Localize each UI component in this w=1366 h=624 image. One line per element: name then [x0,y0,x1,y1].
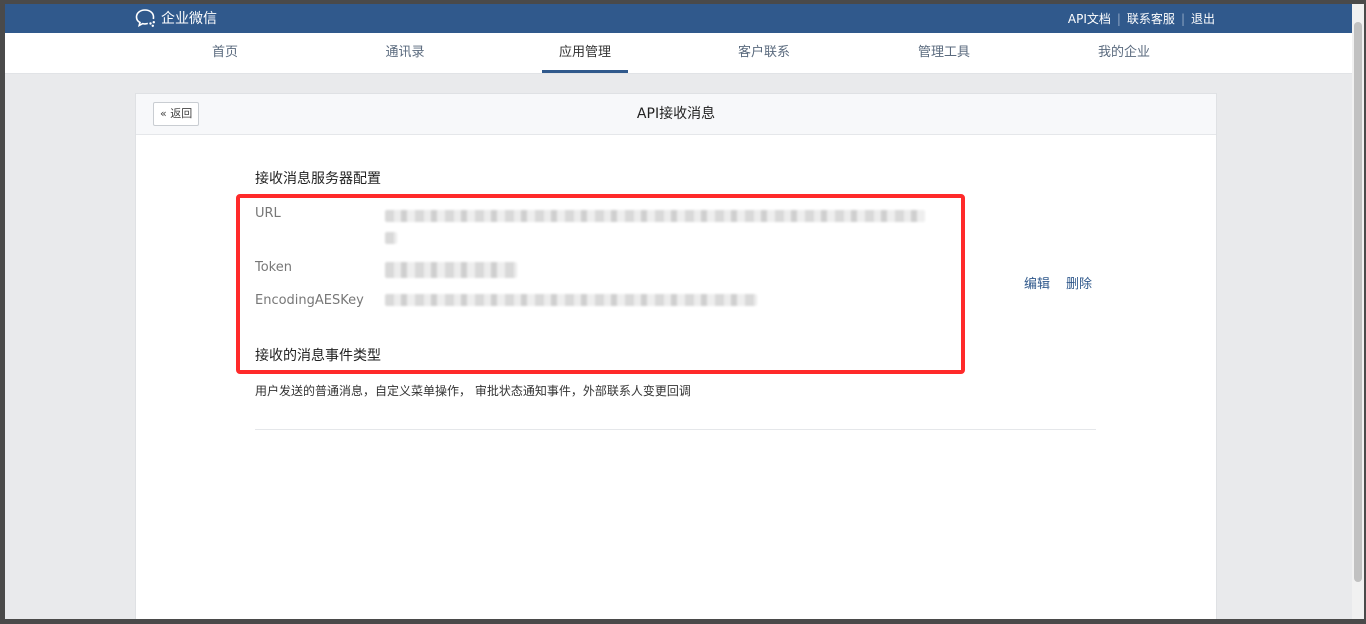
page-title: API接收消息 [636,106,716,122]
contact-support-link[interactable]: 联系客服 [1127,10,1175,27]
brand-name: 企业微信 [161,11,217,27]
encoding-aes-key-label: EncodingAESKey [255,293,364,308]
content-card: « 返回 API接收消息 接收消息服务器配置 URL Token Encodin… [135,93,1217,619]
nav-item-customer-contact[interactable]: 客户联系 [729,33,799,73]
nav-item-app-management[interactable]: 应用管理 [542,33,628,73]
top-links: API文档 | 联系客服 | 退出 [1068,10,1215,27]
chat-bubble-logo-icon [135,9,155,28]
nav-item-management-tools[interactable]: 管理工具 [909,33,979,73]
server-config-heading: 接收消息服务器配置 [255,171,381,187]
vertical-scrollbar[interactable] [1352,4,1364,619]
nav-item-home[interactable]: 首页 [190,33,260,73]
delete-link[interactable]: 删除 [1066,273,1092,292]
url-label: URL [255,206,281,221]
token-value-redacted [385,262,517,278]
card-header: « 返回 API接收消息 [136,94,1216,135]
separator: | [1116,11,1121,26]
main-nav: 首页 通讯录 应用管理 客户联系 管理工具 我的企业 [5,33,1352,74]
edit-link[interactable]: 编辑 [1024,273,1050,292]
brand[interactable]: 企业微信 [135,8,217,28]
nav-item-contacts[interactable]: 通讯录 [370,33,440,73]
top-bar: 企业微信 API文档 | 联系客服 | 退出 [5,4,1352,33]
separator: | [1180,11,1185,26]
scrollbar-thumb[interactable] [1354,22,1362,582]
event-types-heading: 接收的消息事件类型 [255,348,381,364]
encoding-aes-key-value-redacted [385,294,757,306]
browser-viewport: 企业微信 API文档 | 联系客服 | 退出 首页 通讯录 应用管理 客户联系 … [5,4,1352,619]
logout-link[interactable]: 退出 [1191,10,1215,27]
event-types-description: 用户发送的普通消息，自定义菜单操作， 审批状态通知事件，外部联系人变更回调 [255,384,691,398]
divider [255,429,1096,430]
token-label: Token [255,260,292,275]
url-value-redacted [385,210,925,222]
api-docs-link[interactable]: API文档 [1068,10,1111,27]
nav-item-my-enterprise[interactable]: 我的企业 [1089,33,1159,73]
url-value-redacted-wrap [385,232,397,244]
